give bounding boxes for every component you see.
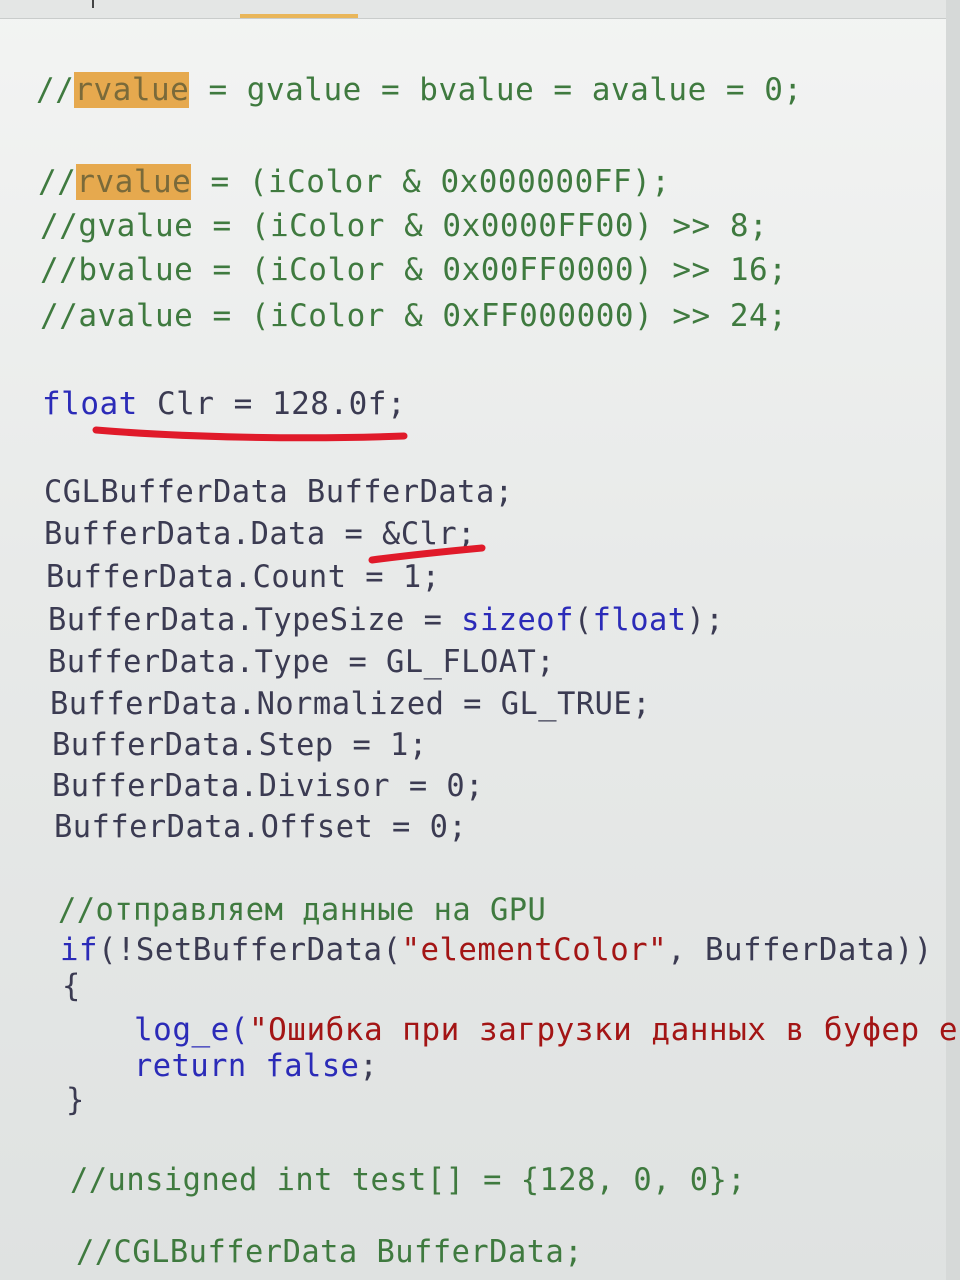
- code-token: CGLBufferData BufferData;: [44, 474, 514, 510]
- code-line[interactable]: log_e("Ошибка при загрузки данных в буфе…: [134, 1011, 960, 1049]
- code-token: //отправляем данные на GPU: [58, 892, 547, 928]
- code-token: (: [573, 602, 593, 638]
- code-line[interactable]: //gvalue = (iColor & 0x0000FF00) >> 8;: [40, 207, 768, 245]
- tab-separator: [92, 0, 94, 8]
- code-token: "elementColor": [401, 932, 668, 968]
- code-line[interactable]: //rvalue = gvalue = bvalue = avalue = 0;: [36, 71, 803, 109]
- editor-screen: //rvalue = gvalue = bvalue = avalue = 0;…: [0, 0, 960, 1280]
- code-token: BufferData.Offset = 0;: [54, 809, 468, 845]
- code-token: "Ошибка при загрузки данных в буфер elem…: [248, 1012, 960, 1048]
- code-token: BufferData.Divisor = 0;: [52, 768, 484, 804]
- code-token: BufferData.Data = &Clr;: [44, 516, 476, 552]
- code-line[interactable]: BufferData.Divisor = 0;: [52, 767, 484, 805]
- code-token: //bvalue = (iColor & 0x00FF0000) >> 16;: [40, 252, 788, 288]
- code-token: (!SetBufferData(: [97, 932, 402, 968]
- code-token: );: [686, 602, 725, 638]
- code-token: //: [38, 164, 77, 200]
- code-token: BufferData.Normalized = GL_TRUE;: [50, 686, 651, 722]
- code-token: if: [60, 932, 98, 968]
- code-token: log_e(: [134, 1012, 249, 1048]
- code-token: ;: [359, 1048, 379, 1084]
- code-line[interactable]: BufferData.Data = &Clr;: [44, 515, 476, 553]
- code-line[interactable]: BufferData.Offset = 0;: [54, 808, 467, 846]
- code-token: float: [592, 602, 687, 638]
- code-line[interactable]: float Clr = 128.0f;: [42, 385, 406, 423]
- code-line[interactable]: return false;: [134, 1047, 378, 1085]
- code-line[interactable]: BufferData.Count = 1;: [46, 558, 440, 596]
- active-tab-indicator[interactable]: [240, 14, 358, 18]
- code-line[interactable]: BufferData.TypeSize = sizeof(float);: [48, 601, 724, 639]
- code-token: //avalue = (iColor & 0xFF000000) >> 24;: [40, 298, 788, 334]
- code-token: BufferData.Count = 1;: [46, 559, 441, 595]
- code-token: BufferData.Step = 1;: [52, 727, 428, 763]
- code-token: , BufferData)): [667, 932, 933, 968]
- code-line[interactable]: BufferData.Step = 1;: [52, 726, 428, 764]
- code-token: //gvalue = (iColor & 0x0000FF00) >> 8;: [40, 208, 769, 244]
- code-token: = gvalue = bvalue = avalue = 0;: [189, 72, 803, 108]
- underline-float-clr: [92, 426, 408, 442]
- code-line[interactable]: }: [66, 1081, 85, 1119]
- code-line[interactable]: //avalue = (iColor & 0xFF000000) >> 24;: [40, 297, 787, 335]
- vertical-scrollbar[interactable]: [946, 0, 960, 1280]
- code-line[interactable]: //CGLBufferData BufferData;: [76, 1233, 583, 1271]
- editor-tab-strip: [0, 0, 960, 19]
- code-token: Clr = 128.0f;: [137, 386, 407, 422]
- code-line[interactable]: //unsigned int test[] = {128, 0, 0};: [70, 1161, 746, 1199]
- code-token: //CGLBufferData BufferData;: [76, 1234, 584, 1270]
- code-token: float: [42, 386, 138, 422]
- code-line[interactable]: if(!SetBufferData("elementColor", Buffer…: [60, 931, 933, 969]
- code-token: sizeof: [461, 602, 574, 638]
- code-token: //unsigned int test[] = {128, 0, 0};: [70, 1162, 747, 1198]
- code-token: {: [62, 968, 81, 1004]
- code-line[interactable]: {: [62, 967, 81, 1005]
- search-highlight: rvalue: [74, 72, 190, 108]
- code-line[interactable]: //rvalue = (iColor & 0x000000FF);: [38, 163, 670, 201]
- code-line[interactable]: //отправляем данные на GPU: [58, 891, 546, 929]
- code-token: BufferData.Type = GL_FLOAT;: [48, 644, 556, 680]
- code-line[interactable]: CGLBufferData BufferData;: [44, 473, 514, 511]
- code-token: = (iColor & 0x000000FF);: [191, 164, 671, 200]
- code-token: }: [66, 1082, 85, 1118]
- code-line[interactable]: BufferData.Type = GL_FLOAT;: [48, 643, 555, 681]
- code-token: //: [36, 72, 75, 108]
- code-token: BufferData.TypeSize =: [48, 602, 462, 638]
- code-token: false: [265, 1048, 360, 1084]
- search-highlight: rvalue: [76, 164, 192, 200]
- code-token: return: [134, 1048, 247, 1084]
- code-line[interactable]: BufferData.Normalized = GL_TRUE;: [50, 685, 651, 723]
- code-line[interactable]: //bvalue = (iColor & 0x00FF0000) >> 16;: [40, 251, 787, 289]
